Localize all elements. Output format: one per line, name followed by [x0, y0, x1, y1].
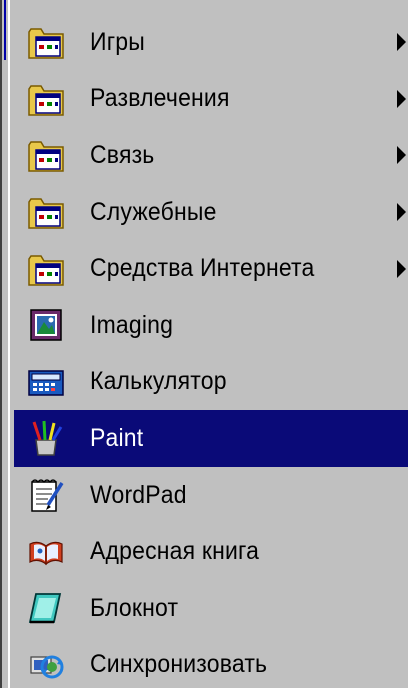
menu-item-communications[interactable]: Связь	[14, 127, 408, 184]
menu-item-label: Paint	[90, 423, 144, 452]
menu-item-label: Синхронизовать	[90, 650, 268, 679]
menu-item-label: Калькулятор	[90, 367, 227, 396]
menu-item-label: Средства Интернета	[90, 254, 315, 283]
menu-item-label: Игры	[90, 27, 145, 56]
program-group-folder-icon	[24, 190, 68, 234]
program-group-folder-icon	[24, 77, 68, 121]
menu-item-label: Imaging	[90, 310, 174, 339]
submenu-arrow-icon	[397, 89, 406, 108]
menu-item-games[interactable]: Игры	[14, 14, 408, 71]
submenu-arrow-icon	[397, 203, 406, 222]
edge-highlight-line	[4, 0, 6, 60]
imaging-icon	[24, 303, 68, 347]
menu-item-wordpad[interactable]: WordPad	[14, 467, 408, 524]
synchronize-icon	[24, 643, 68, 687]
submenu-arrow-icon	[397, 146, 406, 165]
edge-light-line	[8, 0, 10, 688]
menu-item-imaging[interactable]: Imaging	[14, 297, 408, 354]
menu-item-label: WordPad	[90, 480, 187, 509]
menu-item-address-book[interactable]: Адресная книга	[14, 523, 408, 580]
paint-icon	[24, 416, 68, 460]
program-group-folder-icon	[24, 133, 68, 177]
menu-item-notepad[interactable]: Блокнот	[14, 580, 408, 637]
edge-shadow-line	[0, 0, 2, 688]
menu-item-calculator[interactable]: Калькулятор	[14, 354, 408, 411]
programs-submenu: Игры Развлечения Связь Служебные Средств…	[14, 14, 408, 688]
program-group-folder-icon	[24, 20, 68, 64]
wordpad-icon	[24, 473, 68, 517]
address-book-icon	[24, 530, 68, 574]
calculator-icon	[24, 360, 68, 404]
menu-item-synchronize[interactable]: Синхронизовать	[14, 637, 408, 688]
menu-item-paint[interactable]: Paint	[14, 410, 408, 467]
menu-item-system-tools[interactable]: Служебные	[14, 184, 408, 241]
menu-item-internet-tools[interactable]: Средства Интернета	[14, 240, 408, 297]
program-group-folder-icon	[24, 247, 68, 291]
submenu-arrow-icon	[397, 259, 406, 278]
parent-menu-edge	[0, 0, 12, 688]
menu-item-label: Блокнот	[90, 593, 179, 622]
submenu-arrow-icon	[397, 33, 406, 52]
menu-item-label: Связь	[90, 140, 155, 169]
menu-item-label: Адресная книга	[90, 537, 260, 566]
menu-item-entertainment[interactable]: Развлечения	[14, 71, 408, 128]
menu-item-label: Служебные	[90, 197, 217, 226]
notepad-icon	[24, 586, 68, 630]
menu-item-label: Развлечения	[90, 84, 230, 113]
start-menu-screen: Игры Развлечения Связь Служебные Средств…	[0, 0, 408, 688]
